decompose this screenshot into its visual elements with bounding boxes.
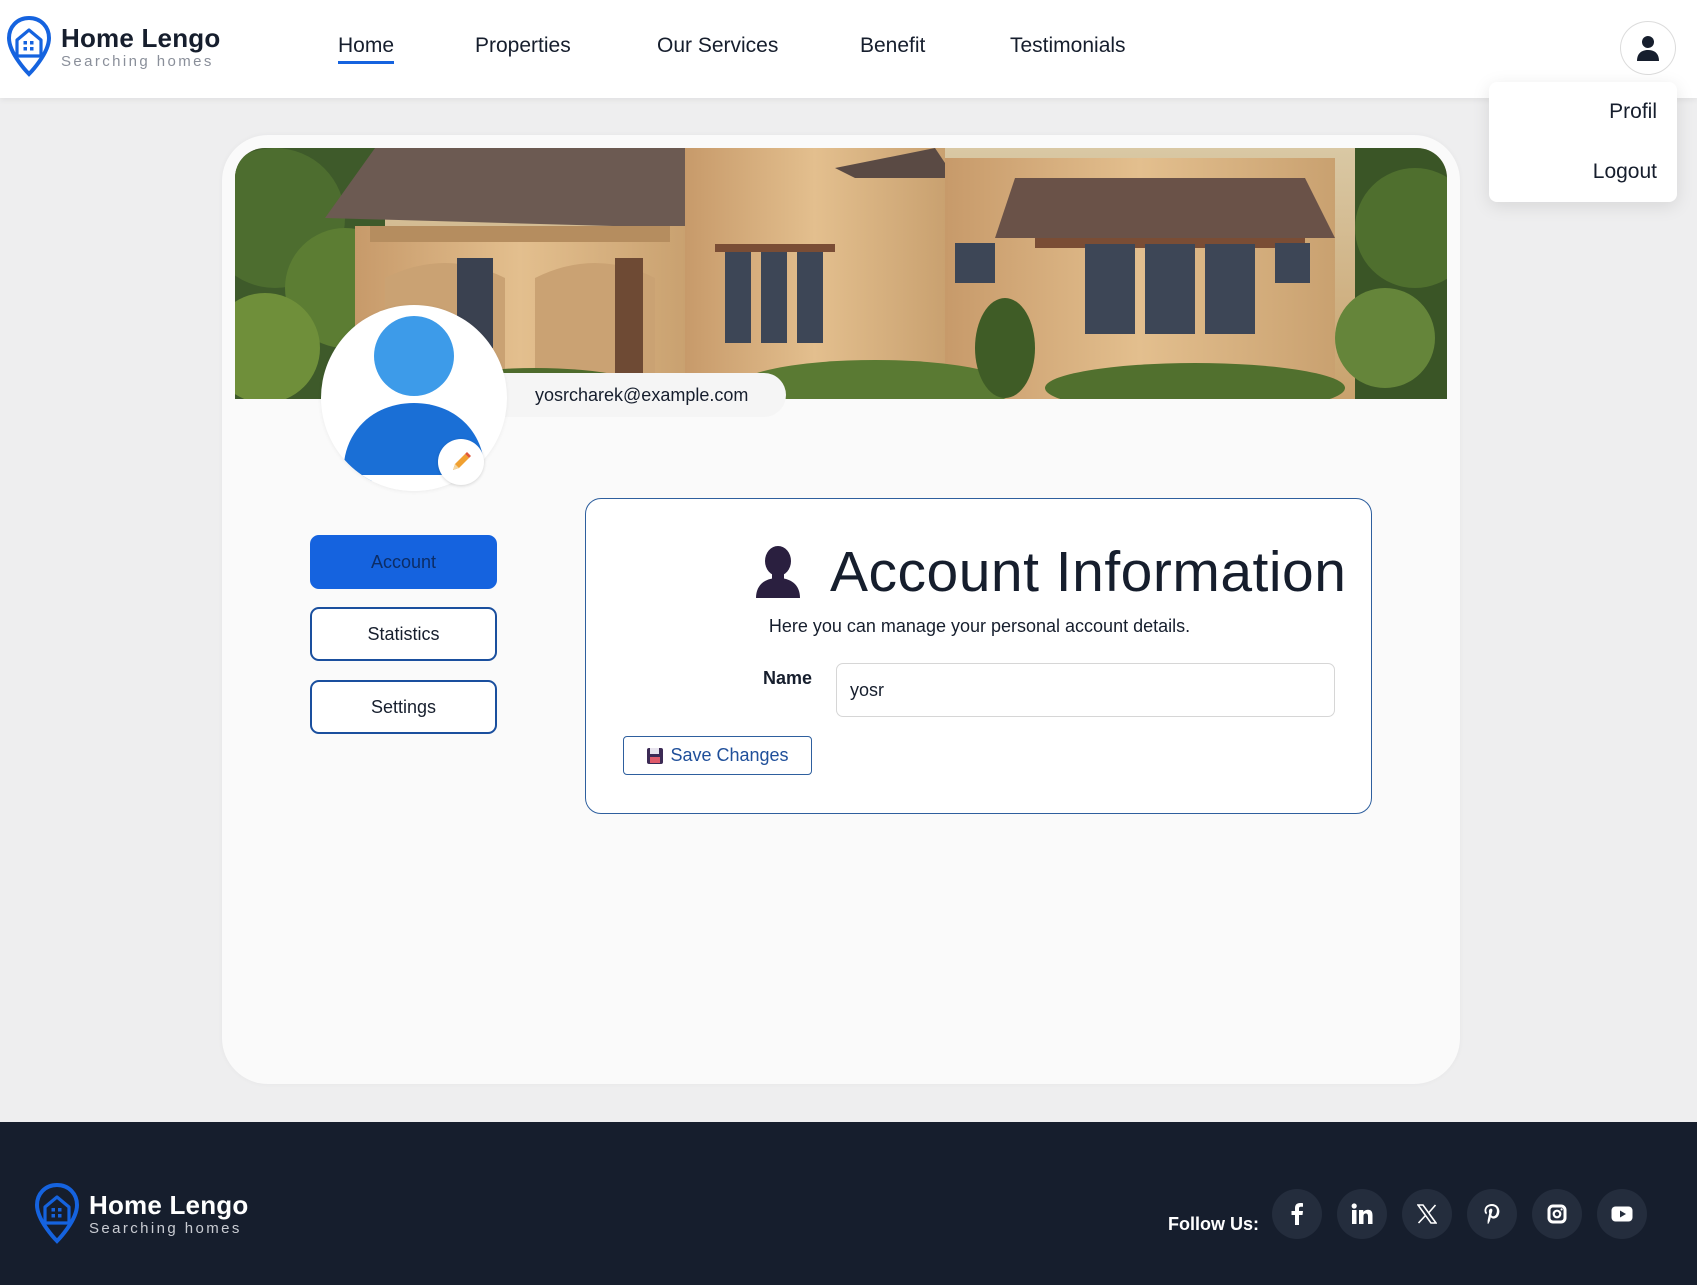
sidebar-item-account[interactable]: Account [310, 535, 497, 589]
save-changes-button[interactable]: Save Changes [623, 736, 812, 775]
page-title: Account Information [830, 540, 1347, 604]
linkedin-icon [1351, 1203, 1373, 1224]
person-silhouette-icon [756, 546, 800, 598]
pencil-icon [453, 452, 471, 470]
pinterest-icon [1484, 1204, 1500, 1224]
user-menu-button[interactable] [1620, 21, 1676, 75]
house-pin-logo-icon [6, 16, 52, 77]
x-icon [1417, 1204, 1437, 1224]
instagram-link[interactable] [1532, 1189, 1582, 1239]
sidebar-item-statistics[interactable]: Statistics [310, 607, 497, 661]
youtube-link[interactable] [1597, 1189, 1647, 1239]
footer-brand-logo[interactable]: Home Lengo Searching homes [34, 1183, 248, 1245]
follow-us-label: Follow Us: [1168, 1214, 1259, 1234]
user-icon [1637, 36, 1659, 61]
save-changes-label: Save Changes [670, 745, 789, 765]
profile-email: yosrcharek@example.com [535, 385, 749, 405]
floppy-disk-icon [647, 747, 664, 764]
pinterest-link[interactable] [1467, 1189, 1517, 1239]
nav-properties[interactable]: Properties [475, 34, 571, 58]
sidebar-item-settings[interactable]: Settings [310, 680, 497, 734]
menu-item-profil[interactable]: Profil [1609, 100, 1657, 124]
nav-benefit[interactable]: Benefit [860, 34, 925, 58]
house-pin-logo-icon [34, 1183, 80, 1244]
instagram-icon [1547, 1204, 1567, 1224]
youtube-icon [1611, 1206, 1633, 1222]
nav-our-services[interactable]: Our Services [657, 34, 778, 58]
name-label: Name [763, 668, 813, 688]
x-link[interactable] [1402, 1189, 1452, 1239]
account-information-panel: Account Information Here you can manage … [585, 498, 1372, 814]
facebook-link[interactable] [1272, 1189, 1322, 1239]
nav-testimonials[interactable]: Testimonials [1010, 34, 1126, 58]
linkedin-link[interactable] [1337, 1189, 1387, 1239]
top-header: Home Lengo Searching homes Home Properti… [0, 0, 1697, 98]
footer-brand-name: Home Lengo [89, 1190, 249, 1220]
facebook-icon [1291, 1203, 1303, 1225]
profile-card: yosrcharek@example.com Account Statistic… [222, 135, 1460, 1084]
name-input[interactable] [836, 663, 1335, 717]
brand-name: Home Lengo [61, 23, 221, 53]
site-footer: Home Lengo Searching homes Follow Us: [0, 1122, 1697, 1285]
nav-home[interactable]: Home [338, 34, 395, 64]
edit-avatar-button[interactable] [438, 439, 484, 485]
panel-header: Account Information [754, 539, 1346, 605]
menu-item-logout[interactable]: Logout [1593, 160, 1657, 184]
brand-logo[interactable]: Home Lengo Searching homes [6, 16, 220, 78]
page-subtitle: Here you can manage your personal accoun… [768, 616, 1191, 636]
brand-tagline: Searching homes [61, 53, 214, 70]
footer-brand-tagline: Searching homes [89, 1220, 242, 1237]
user-dropdown-menu: Profil Logout [1489, 82, 1677, 202]
